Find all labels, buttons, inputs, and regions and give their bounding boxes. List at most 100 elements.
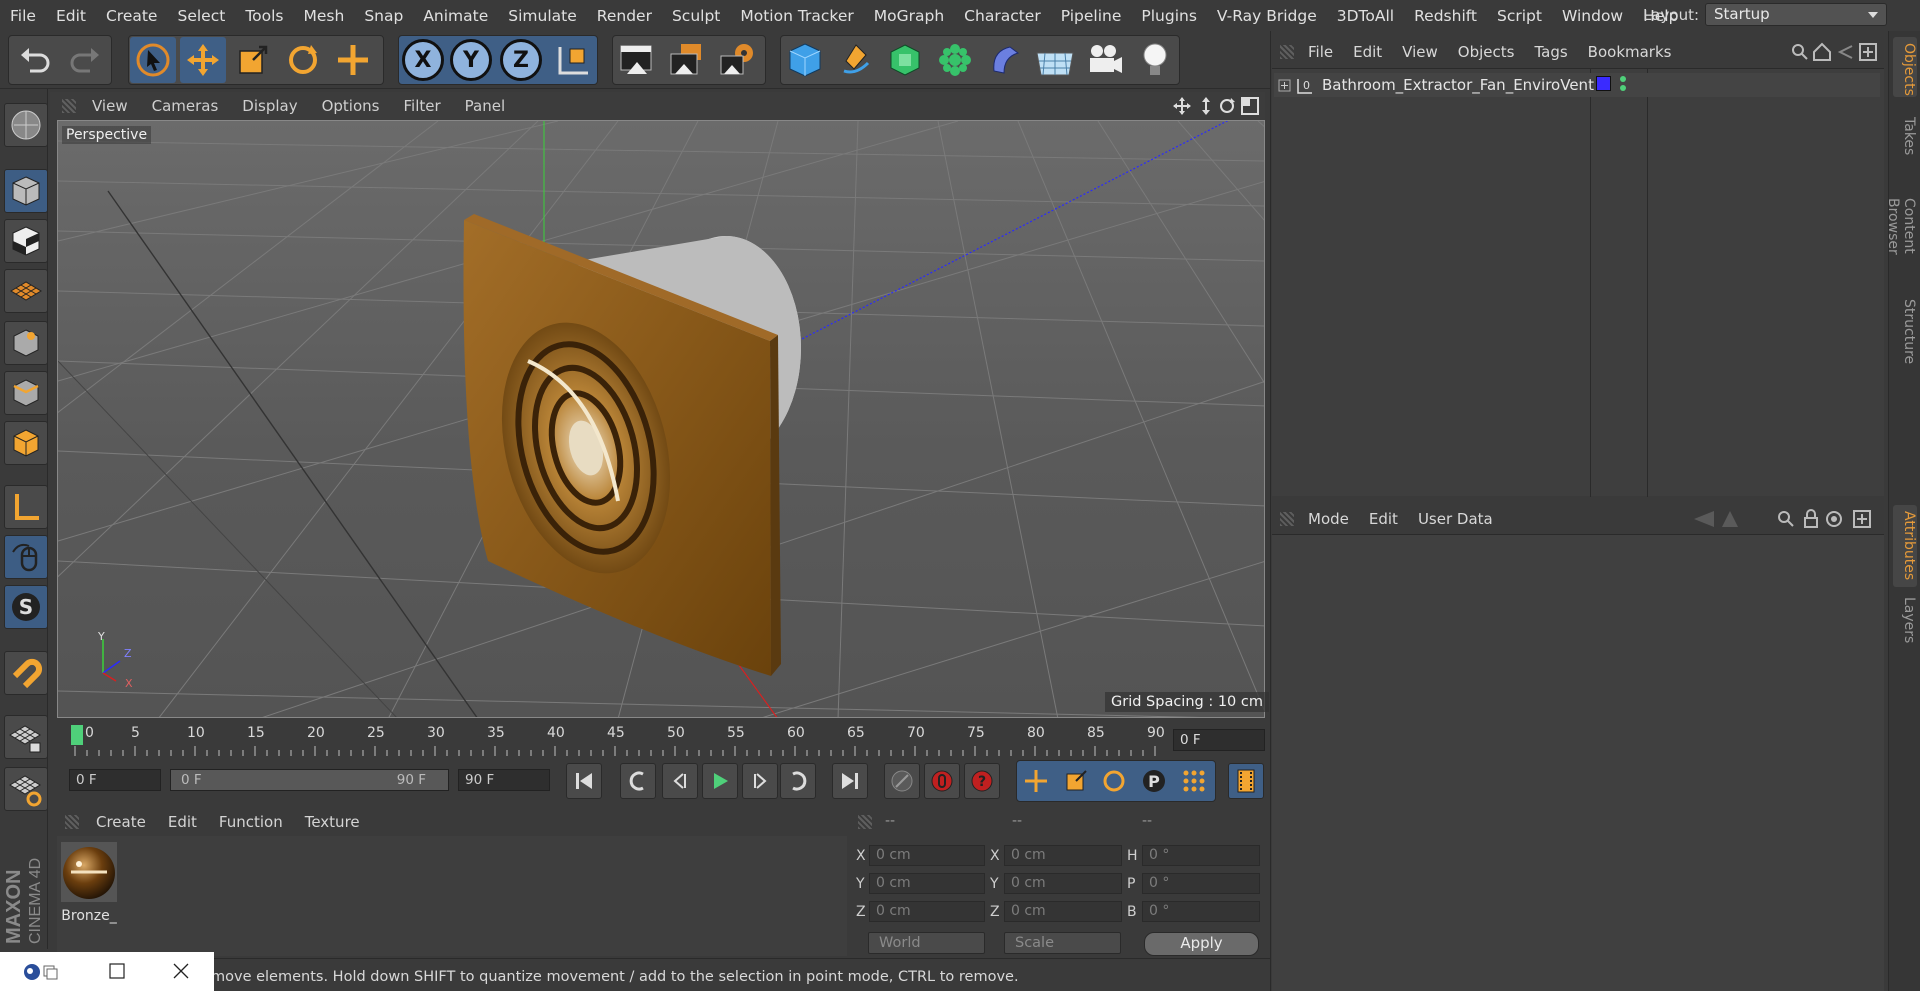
end-frame-field[interactable]: 90 F <box>458 769 550 791</box>
camera-button[interactable] <box>1082 37 1128 83</box>
object-hierarchy-icons[interactable]: 0 <box>1278 77 1318 95</box>
panel-handle-icon[interactable] <box>1280 512 1294 526</box>
maximize-icon[interactable] <box>108 962 126 980</box>
apply-button[interactable]: Apply <box>1144 932 1259 956</box>
menu-edit[interactable]: Edit <box>46 7 96 25</box>
menu-mesh[interactable]: Mesh <box>294 7 355 25</box>
tab-objects[interactable]: Objects <box>1893 37 1917 97</box>
material-swatch[interactable]: Bronze_ <box>61 842 117 924</box>
objects-menu-file[interactable]: File <box>1298 43 1343 61</box>
object-manager-tools[interactable] <box>1790 42 1880 62</box>
previous-frame-button[interactable] <box>662 763 698 799</box>
tab-takes[interactable]: Takes <box>1893 111 1917 161</box>
menu-animate[interactable]: Animate <box>413 7 498 25</box>
menu-snap[interactable]: Snap <box>354 7 413 25</box>
size-z-field[interactable]: 0 cm <box>1004 901 1122 922</box>
tab-attributes[interactable]: Attributes <box>1893 505 1917 587</box>
attributes-tools[interactable] <box>1692 509 1882 529</box>
attributes-menu-mode[interactable]: Mode <box>1298 510 1359 528</box>
playhead[interactable] <box>71 725 83 745</box>
make-editable-button[interactable] <box>4 103 48 147</box>
objects-menu-view[interactable]: View <box>1392 43 1448 61</box>
autokey-button[interactable] <box>884 763 920 799</box>
menu-render[interactable]: Render <box>587 7 662 25</box>
size-x-field[interactable]: 0 cm <box>1004 845 1122 866</box>
tab-layers[interactable]: Layers <box>1893 591 1917 647</box>
polygons-mode-button[interactable] <box>4 421 48 465</box>
move-tool-button[interactable] <box>180 37 226 83</box>
tab-structure[interactable]: Structure <box>1893 293 1917 367</box>
tweak-mode-button[interactable] <box>4 535 48 579</box>
objects-menu-edit[interactable]: Edit <box>1343 43 1392 61</box>
render-picture-viewer-button[interactable] <box>664 37 710 83</box>
menu-window[interactable]: Window <box>1552 7 1633 25</box>
undo-button[interactable] <box>12 37 58 83</box>
panel-handle-icon[interactable] <box>65 815 79 829</box>
size-mode-dropdown[interactable]: Scale <box>1004 932 1121 954</box>
subdivision-button[interactable] <box>882 37 928 83</box>
texture-mode-button[interactable] <box>4 219 48 263</box>
viewport-menu-filter[interactable]: Filter <box>391 97 452 115</box>
live-selection-button[interactable] <box>130 37 176 83</box>
size-y-field[interactable]: 0 cm <box>1004 873 1122 894</box>
solo-button[interactable]: S <box>4 585 48 629</box>
snap-button[interactable] <box>4 651 48 695</box>
fan-model[interactable] <box>463 214 802 676</box>
visibility-dots-icon[interactable] <box>1618 74 1628 94</box>
object-manager-panel[interactable] <box>1272 68 1884 497</box>
coordinate-system-button[interactable] <box>550 37 596 83</box>
rotate-tool-button[interactable] <box>280 37 326 83</box>
pos-y-field[interactable]: 0 cm <box>869 873 985 894</box>
next-frame-button[interactable] <box>742 763 778 799</box>
key-parameter-button[interactable]: P <box>1136 763 1172 799</box>
menu-motion-tracker[interactable]: Motion Tracker <box>730 7 863 25</box>
rot-h-field[interactable]: 0 ° <box>1142 845 1260 866</box>
light-button[interactable] <box>1132 37 1178 83</box>
timeline-ruler[interactable]: 0 5 10 15 20 25 30 35 40 45 50 55 60 65 … <box>57 722 1167 758</box>
menu-3dtoall[interactable]: 3DToAll <box>1327 7 1404 25</box>
material-menu-texture[interactable]: Texture <box>294 813 371 831</box>
material-menu-create[interactable]: Create <box>85 813 157 831</box>
menu-script[interactable]: Script <box>1487 7 1552 25</box>
rot-b-field[interactable]: 0 ° <box>1142 901 1260 922</box>
viewport-menu-display[interactable]: Display <box>230 97 309 115</box>
column-divider[interactable] <box>1647 69 1648 497</box>
layout-dropdown[interactable]: Startup <box>1705 3 1887 26</box>
recent-tool-button[interactable] <box>330 37 376 83</box>
viewport-menu-panel[interactable]: Panel <box>453 97 517 115</box>
planar-workplane-button[interactable] <box>4 767 48 811</box>
key-rotation-button[interactable] <box>1096 763 1132 799</box>
rot-p-field[interactable]: 0 ° <box>1142 873 1260 894</box>
viewport-menu-view[interactable]: View <box>80 97 140 115</box>
menu-pipeline[interactable]: Pipeline <box>1051 7 1132 25</box>
attributes-panel[interactable] <box>1272 534 1884 991</box>
menu-file[interactable]: File <box>0 7 46 25</box>
viewport-menu-options[interactable]: Options <box>310 97 392 115</box>
keyframe-help-button[interactable]: ? <box>964 763 1000 799</box>
objects-menu-bookmarks[interactable]: Bookmarks <box>1578 43 1682 61</box>
frame-range-slider[interactable]: 0 F 90 F <box>170 769 449 791</box>
key-position-button[interactable] <box>1018 763 1054 799</box>
menu-redshift[interactable]: Redshift <box>1404 7 1487 25</box>
cloner-button[interactable] <box>932 37 978 83</box>
attributes-menu-edit[interactable]: Edit <box>1359 510 1408 528</box>
render-settings-button[interactable] <box>714 37 760 83</box>
go-to-start-button[interactable] <box>566 763 602 799</box>
key-pla-button[interactable] <box>1176 763 1212 799</box>
workplane-mode-button[interactable] <box>4 269 48 313</box>
menu-character[interactable]: Character <box>954 7 1051 25</box>
render-view-button[interactable] <box>614 37 660 83</box>
deformer-button[interactable] <box>982 37 1028 83</box>
start-frame-field[interactable]: 0 F <box>69 769 161 791</box>
record-keys-button[interactable] <box>924 763 960 799</box>
objects-menu-tags[interactable]: Tags <box>1524 43 1577 61</box>
menu-select[interactable]: Select <box>167 7 235 25</box>
panel-handle-icon[interactable] <box>858 815 872 829</box>
material-menu-function[interactable]: Function <box>208 813 294 831</box>
menu-create[interactable]: Create <box>96 7 168 25</box>
pos-x-field[interactable]: 0 cm <box>869 845 985 866</box>
attributes-menu-user-data[interactable]: User Data <box>1408 510 1503 528</box>
timeline-window-button[interactable] <box>1228 763 1264 799</box>
menu-tools[interactable]: Tools <box>235 7 293 25</box>
menu-plugins[interactable]: Plugins <box>1131 7 1207 25</box>
